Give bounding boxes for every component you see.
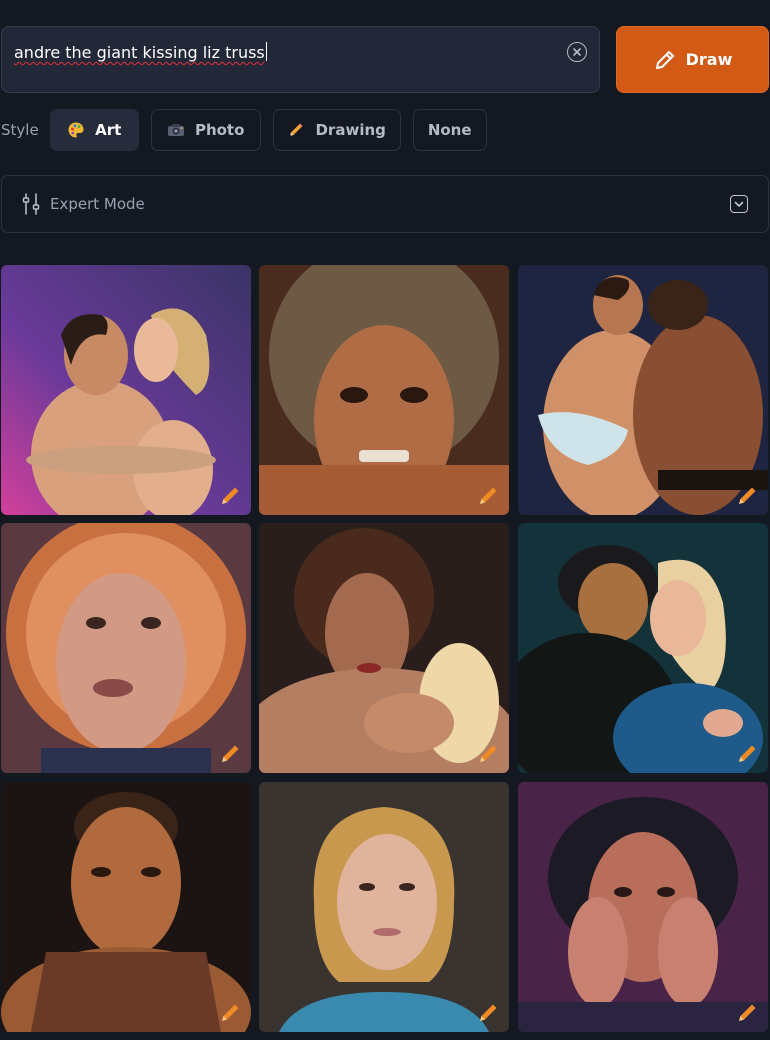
pencil-icon <box>655 50 674 69</box>
edit-pencil-icon[interactable] <box>736 483 760 507</box>
text-caret <box>265 42 267 61</box>
edit-pencil-icon[interactable] <box>219 741 243 765</box>
expert-mode-chevron[interactable] <box>730 195 748 213</box>
edit-pencil-icon[interactable] <box>219 483 243 507</box>
style-option-art[interactable]: Art <box>49 109 139 151</box>
result-image-2-art <box>259 265 509 515</box>
prompt-row: andre the giant kissing liz truss Draw <box>0 26 770 94</box>
edit-pencil-icon[interactable] <box>736 741 760 765</box>
style-selector: Style Art Photo Drawing None <box>0 109 499 151</box>
style-option-photo-label: Photo <box>194 121 245 139</box>
result-image-9-art <box>518 782 768 1032</box>
result-image-8-art <box>259 782 509 1032</box>
result-image-3-art <box>518 265 768 515</box>
result-image-3[interactable] <box>518 265 768 515</box>
prompt-input[interactable]: andre the giant kissing liz truss <box>1 26 600 93</box>
expert-mode-toggle[interactable]: Expert Mode <box>1 175 769 233</box>
result-image-2[interactable] <box>259 265 509 515</box>
prompt-value[interactable]: andre the giant kissing liz truss <box>14 43 265 62</box>
edit-pencil-icon[interactable] <box>477 1000 501 1024</box>
result-image-5[interactable] <box>259 523 509 773</box>
style-option-none[interactable]: None <box>412 109 487 151</box>
style-option-art-label: Art <box>95 121 122 139</box>
style-option-drawing-label: Drawing <box>315 121 386 139</box>
expert-mode-label: Expert Mode <box>50 195 145 213</box>
result-image-9[interactable] <box>518 782 768 1032</box>
edit-pencil-icon[interactable] <box>477 483 501 507</box>
result-image-1-art <box>1 265 251 515</box>
result-image-6[interactable] <box>518 523 768 773</box>
edit-pencil-icon[interactable] <box>219 1000 243 1024</box>
prompt-text[interactable]: andre the giant kissing liz truss <box>14 42 267 62</box>
result-image-4[interactable] <box>1 523 251 773</box>
style-option-none-label: None <box>427 121 472 139</box>
result-image-7-art <box>1 782 251 1032</box>
pencil-icon <box>290 123 303 136</box>
edit-pencil-icon[interactable] <box>736 1000 760 1024</box>
result-image-7[interactable] <box>1 782 251 1032</box>
edit-pencil-icon[interactable] <box>477 741 501 765</box>
style-label: Style <box>1 121 39 139</box>
draw-button-label: Draw <box>685 50 733 69</box>
result-image-4-art <box>1 523 251 773</box>
camera-icon <box>167 124 184 136</box>
chevron-down-icon <box>734 201 744 207</box>
close-circle-icon <box>573 48 581 56</box>
result-image-5-art <box>259 523 509 773</box>
style-option-photo[interactable]: Photo <box>150 109 261 151</box>
result-image-1[interactable] <box>1 265 251 515</box>
sliders-icon <box>22 193 40 215</box>
style-option-drawing[interactable]: Drawing <box>272 109 401 151</box>
palette-icon <box>68 122 84 138</box>
draw-button[interactable]: Draw <box>616 26 769 93</box>
clear-prompt-button[interactable] <box>567 42 587 62</box>
result-image-6-art <box>518 523 768 773</box>
result-image-8[interactable] <box>259 782 509 1032</box>
